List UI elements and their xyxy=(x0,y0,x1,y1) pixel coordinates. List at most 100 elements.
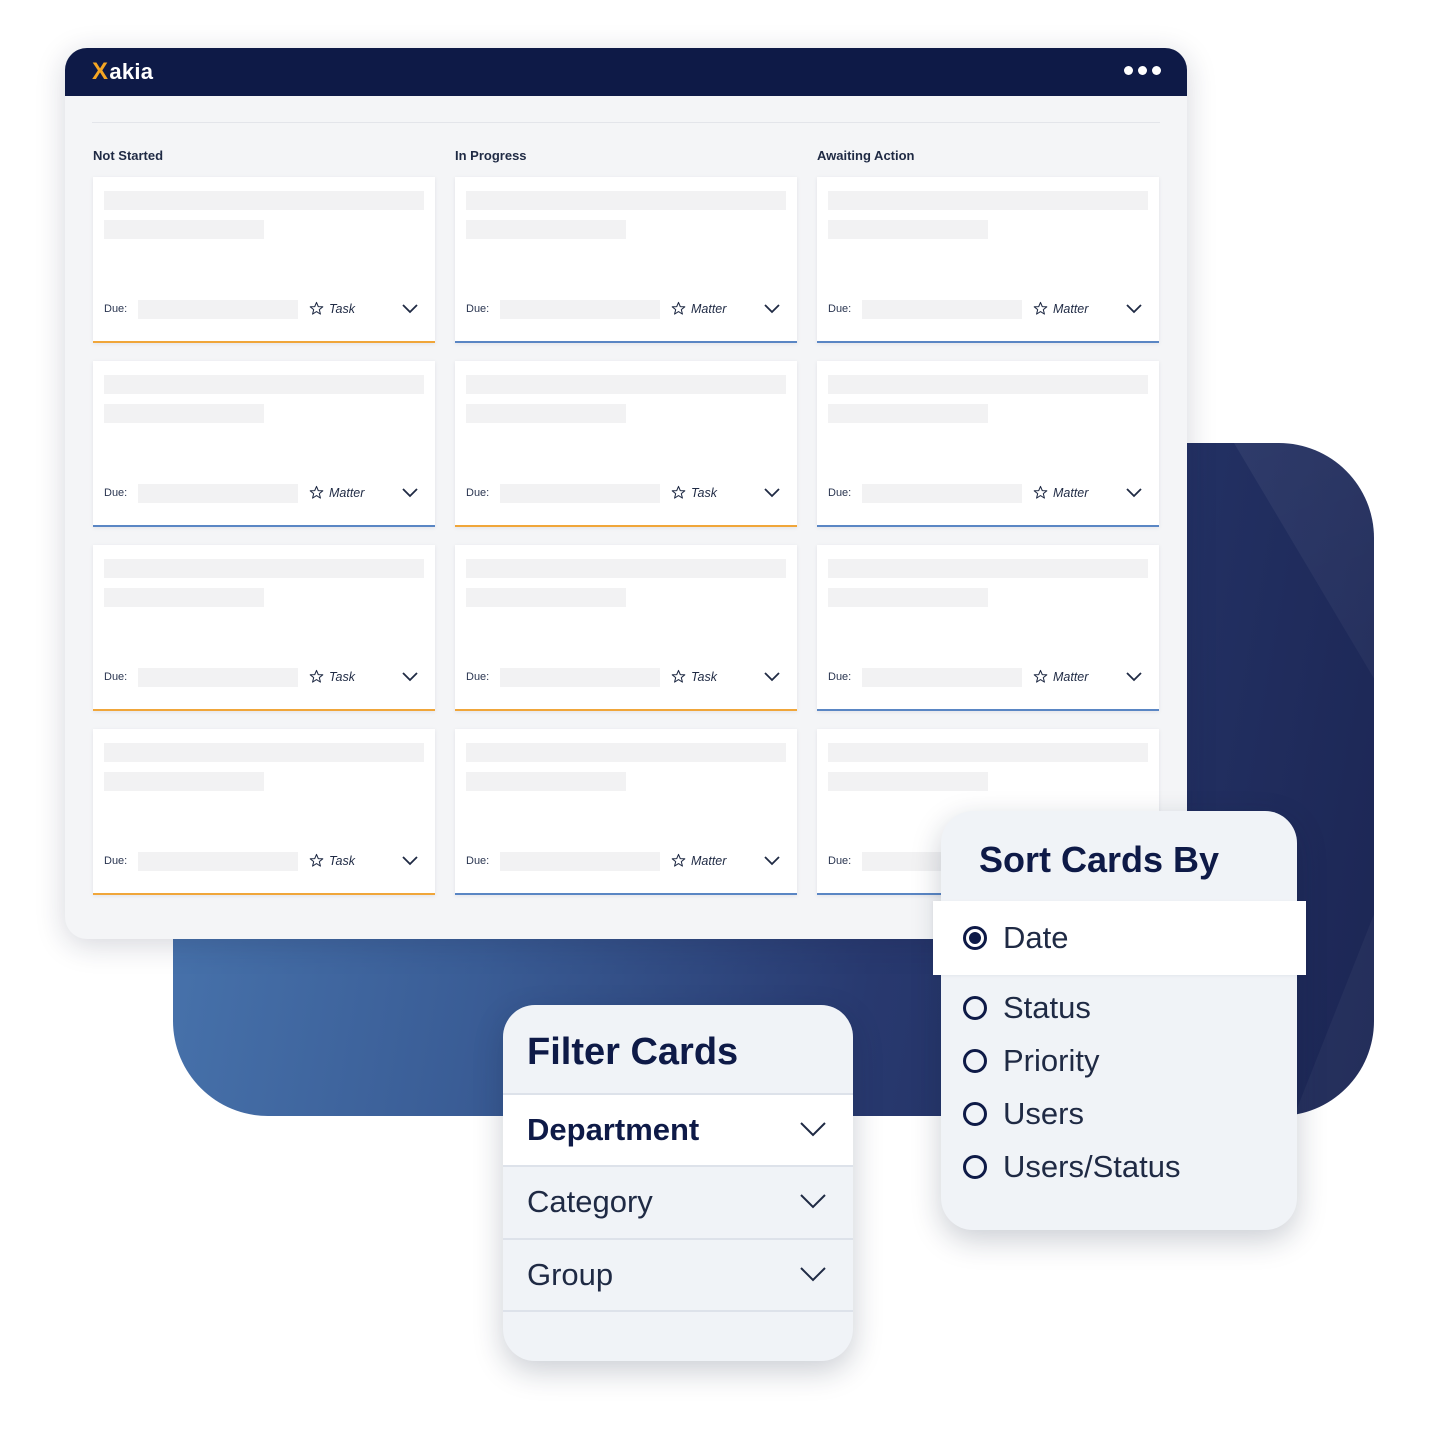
sort-option-label: Users/Status xyxy=(1003,1149,1181,1184)
sort-option-users-status[interactable]: Users/Status xyxy=(963,1142,1180,1192)
sort-option-date[interactable]: Date xyxy=(933,901,1306,975)
card-due-placeholder xyxy=(862,484,1022,503)
sort-option-status[interactable]: Status xyxy=(963,983,1091,1033)
card-due-placeholder xyxy=(138,852,298,871)
star-icon xyxy=(671,485,686,500)
dot xyxy=(1138,66,1147,75)
card-due-label: Due: xyxy=(828,303,852,315)
chevron-down-icon[interactable] xyxy=(763,301,781,315)
sort-option-priority[interactable]: Priority xyxy=(963,1036,1099,1086)
column-title-not-started: Not Started xyxy=(93,148,164,163)
chevron-down-icon[interactable] xyxy=(1125,485,1143,499)
more-horizontal-icon[interactable] xyxy=(1124,66,1161,75)
card-due-label: Due: xyxy=(104,855,128,867)
card-due-label: Due: xyxy=(104,303,128,315)
star-icon xyxy=(309,669,324,684)
filter-row-label: Department xyxy=(527,1112,700,1147)
chevron-down-icon[interactable] xyxy=(401,853,419,867)
star-icon xyxy=(309,301,324,316)
card-due-label: Due: xyxy=(828,855,852,867)
board-card[interactable]: Due: Matter xyxy=(455,177,797,343)
card-title-placeholder xyxy=(104,743,424,762)
card-type-toggle[interactable]: Matter xyxy=(671,301,726,316)
card-subtitle-placeholder xyxy=(828,220,988,239)
filter-row-department[interactable]: Department xyxy=(503,1093,853,1165)
sort-option-label: Users xyxy=(1003,1096,1084,1131)
card-type-toggle[interactable]: Task xyxy=(309,669,355,684)
column-title-awaiting-action: Awaiting Action xyxy=(817,148,915,163)
chevron-down-icon xyxy=(800,1122,826,1137)
star-icon xyxy=(309,853,324,868)
card-subtitle-placeholder xyxy=(828,588,988,607)
card-type-toggle[interactable]: Matter xyxy=(1033,669,1088,684)
card-type-label: Matter xyxy=(1053,301,1089,316)
board-card[interactable]: Due: Task xyxy=(455,545,797,711)
card-due-label: Due: xyxy=(828,487,852,499)
card-due-placeholder xyxy=(138,484,298,503)
board-card[interactable]: Due: Task xyxy=(93,545,435,711)
star-icon xyxy=(309,485,324,500)
chevron-down-icon[interactable] xyxy=(401,485,419,499)
logo-text: akia xyxy=(109,59,154,84)
card-type-toggle[interactable]: Matter xyxy=(1033,301,1088,316)
star-icon xyxy=(1033,669,1048,684)
card-due-placeholder xyxy=(500,668,660,687)
card-title-placeholder xyxy=(466,743,786,762)
board-card[interactable]: Due: Matter xyxy=(817,177,1159,343)
star-icon xyxy=(1033,485,1048,500)
star-icon xyxy=(1033,301,1048,316)
card-title-placeholder xyxy=(828,559,1148,578)
xakia-logo[interactable]: X akia xyxy=(92,58,154,85)
card-title-placeholder xyxy=(466,375,786,394)
card-type-toggle[interactable]: Task xyxy=(309,301,355,316)
filter-row-empty xyxy=(503,1310,853,1361)
radio-icon xyxy=(963,1102,987,1126)
card-type-label: Matter xyxy=(1053,669,1089,684)
sort-panel-title: Sort Cards By xyxy=(979,839,1220,880)
card-type-toggle[interactable]: Matter xyxy=(1033,485,1088,500)
sort-cards-panel: Sort Cards By Date Status Priority Users… xyxy=(933,811,1306,1230)
chevron-down-icon[interactable] xyxy=(1125,669,1143,683)
card-title-placeholder xyxy=(466,191,786,210)
card-type-label: Task xyxy=(691,669,717,684)
card-type-toggle[interactable]: Matter xyxy=(671,853,726,868)
chevron-down-icon[interactable] xyxy=(763,853,781,867)
card-due-label: Due: xyxy=(466,671,490,683)
card-subtitle-placeholder xyxy=(104,404,264,423)
card-subtitle-placeholder xyxy=(828,772,988,791)
card-type-label: Matter xyxy=(691,301,727,316)
board-card[interactable]: Due: Task xyxy=(455,361,797,527)
card-type-toggle[interactable]: Task xyxy=(671,485,717,500)
star-icon xyxy=(671,669,686,684)
card-subtitle-placeholder xyxy=(104,220,264,239)
card-type-toggle[interactable]: Task xyxy=(309,853,355,868)
star-icon xyxy=(671,853,686,868)
card-due-placeholder xyxy=(138,300,298,319)
chevron-down-icon[interactable] xyxy=(1125,301,1143,315)
divider xyxy=(92,122,1160,123)
filter-row-group[interactable]: Group xyxy=(503,1238,853,1310)
board-card[interactable]: Due: Task xyxy=(93,729,435,895)
chevron-down-icon[interactable] xyxy=(763,669,781,683)
card-due-label: Due: xyxy=(466,487,490,499)
chevron-down-icon xyxy=(800,1267,826,1282)
chevron-down-icon[interactable] xyxy=(401,301,419,315)
board-card[interactable]: Due: Task xyxy=(93,177,435,343)
board-card[interactable]: Due: Matter xyxy=(455,729,797,895)
radio-icon xyxy=(963,1155,987,1179)
card-subtitle-placeholder xyxy=(104,588,264,607)
radio-icon xyxy=(963,1049,987,1073)
sort-option-users[interactable]: Users xyxy=(963,1089,1084,1139)
card-due-label: Due: xyxy=(466,855,490,867)
board-card[interactable]: Due: Matter xyxy=(93,361,435,527)
card-type-toggle[interactable]: Task xyxy=(671,669,717,684)
chevron-down-icon[interactable] xyxy=(401,669,419,683)
radio-checked-icon xyxy=(963,926,987,950)
chevron-down-icon[interactable] xyxy=(763,485,781,499)
filter-row-category[interactable]: Category xyxy=(503,1165,853,1237)
board-card[interactable]: Due: Matter xyxy=(817,545,1159,711)
board-card[interactable]: Due: Matter xyxy=(817,361,1159,527)
app-window: X akia Not Started In Progress Awaiting … xyxy=(65,48,1187,939)
logo-mark: X xyxy=(92,58,109,85)
card-type-toggle[interactable]: Matter xyxy=(309,485,364,500)
